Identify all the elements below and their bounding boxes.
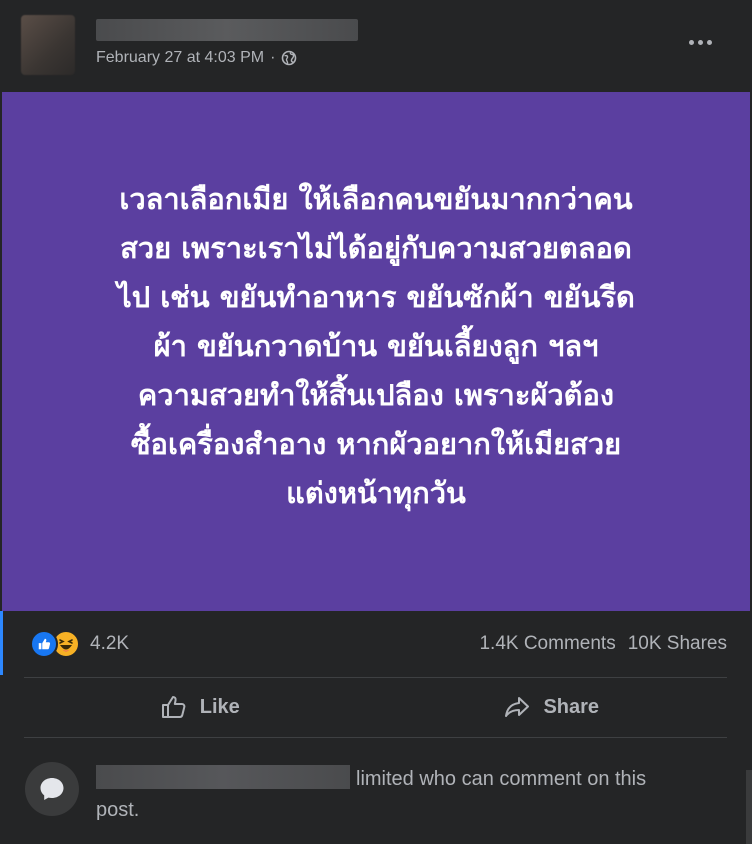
restriction-text-part1: limited who can comment on this <box>356 768 647 790</box>
post-text-line: แต่งหน้าทุกวัน <box>286 476 466 510</box>
restriction-text: limited who can comment on this post. <box>96 764 696 826</box>
share-label: Share <box>543 695 600 718</box>
post-text-line: ผ้า ขยันกวาดบ้าน ขยันเลี้ยงลูก ฯลฯ <box>153 329 599 363</box>
post-header: February 27 at 4:03 PM · <box>0 0 752 92</box>
like-label: Like <box>199 695 240 718</box>
dot-icon <box>706 39 712 45</box>
scrollbar[interactable] <box>746 770 752 844</box>
action-bar: Like Share <box>24 678 727 736</box>
post-text: เวลาเลือกเมีย ให้เลือกคนขยันมากกว่าคน สว… <box>36 175 716 518</box>
like-button[interactable]: Like <box>24 678 376 736</box>
more-options-button[interactable] <box>683 27 717 57</box>
post-text-line: ความสวยทำให้สิ้นเปลือง เพราะผัวต้อง <box>137 378 615 412</box>
post-timestamp[interactable]: February 27 at 4:03 PM <box>96 49 264 67</box>
comment-bubble-icon <box>25 762 79 816</box>
post-text-line: เวลาเลือกเมีย ให้เลือกคนขยันมากกว่าคน <box>119 182 633 216</box>
share-button[interactable]: Share <box>376 678 728 736</box>
meta-separator: · <box>270 49 276 66</box>
post-text-line: ไป เช่น ขยันทำอาหาร ขยันซักผ้า ขยันรีด <box>117 280 635 314</box>
post-stats: 4.2K 1.4K Comments 10K Shares <box>0 611 752 677</box>
owner-name-redacted[interactable] <box>96 765 350 789</box>
restriction-text-part2: post. <box>96 799 140 821</box>
post-card: February 27 at 4:03 PM · เวลาเลือกเมีย ใ… <box>0 0 752 844</box>
globe-icon <box>282 50 297 66</box>
post-text-line: ซื้อเครื่องสำอาง หากผัวอยากให้เมียสวย <box>130 427 622 461</box>
engagement-stats: 1.4K Comments 10K Shares <box>479 633 727 655</box>
post-background: เวลาเลือกเมีย ให้เลือกคนขยันมากกว่าคน สว… <box>2 92 750 611</box>
share-arrow-icon <box>505 697 530 717</box>
author-avatar[interactable] <box>21 15 75 75</box>
shares-count-link[interactable]: 10K Shares <box>628 633 727 655</box>
reactions-summary[interactable]: 4.2K <box>30 630 129 658</box>
comments-count-link[interactable]: 1.4K Comments <box>479 633 615 655</box>
thumbs-up-icon <box>161 696 186 718</box>
like-icon <box>30 630 58 658</box>
post-meta: February 27 at 4:03 PM · <box>96 49 297 67</box>
post-text-line: สวย เพราะเราไม่ได้อยู่กับความสวยตลอด <box>120 231 632 265</box>
reaction-count: 4.2K <box>90 633 130 654</box>
comment-restriction-notice: limited who can comment on this post. <box>0 738 752 844</box>
author-name-redacted[interactable] <box>96 19 358 41</box>
dot-icon <box>688 39 694 45</box>
dot-icon <box>697 39 703 45</box>
